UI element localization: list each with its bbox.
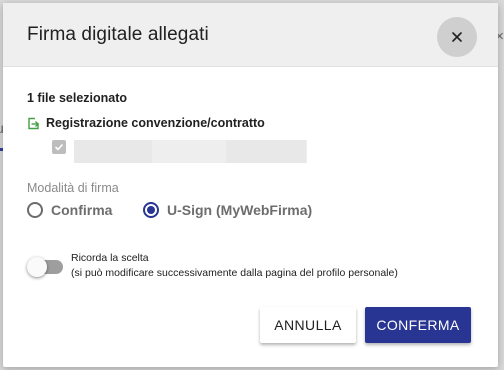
close-button[interactable] bbox=[437, 17, 477, 57]
remember-choice-toggle[interactable] bbox=[27, 257, 63, 277]
file-group-label: Registrazione convenzione/contratto bbox=[46, 116, 265, 130]
file-name-redacted bbox=[74, 140, 307, 163]
redacted-block bbox=[74, 140, 152, 163]
sign-attachments-dialog: Firma digitale allegati 1 file seleziona… bbox=[3, 3, 498, 367]
check-icon bbox=[54, 143, 64, 151]
file-export-icon bbox=[28, 117, 39, 129]
redacted-block bbox=[226, 140, 306, 163]
dialog-header: Firma digitale allegati bbox=[3, 3, 498, 67]
file-checkbox[interactable] bbox=[52, 140, 66, 154]
radio-confirma[interactable]: Confirma bbox=[27, 202, 112, 218]
files-count: 1 file selezionato bbox=[27, 91, 128, 105]
remember-choice-description: (si può modificare successivamente dalla… bbox=[71, 267, 398, 279]
toggle-thumb bbox=[27, 257, 47, 277]
radio-dot bbox=[147, 206, 155, 214]
radio-circle-selected bbox=[143, 202, 159, 218]
radio-usign[interactable]: U-Sign (MyWebFirma) bbox=[143, 202, 312, 218]
file-group-header: Registrazione convenzione/contratto bbox=[27, 116, 265, 130]
dialog-title: Firma digitale allegati bbox=[27, 24, 209, 45]
signature-mode-label: Modalità di firma bbox=[27, 181, 119, 195]
radio-circle-unselected bbox=[27, 202, 43, 218]
close-icon bbox=[452, 32, 462, 42]
cancel-button[interactable]: ANNULLA bbox=[260, 307, 356, 343]
radio-label: U-Sign (MyWebFirma) bbox=[167, 202, 313, 218]
remember-choice-label: Ricorda la scelta bbox=[71, 252, 149, 264]
confirm-button[interactable]: CONFERMA bbox=[365, 307, 471, 343]
radio-label: Confirma bbox=[51, 202, 113, 218]
